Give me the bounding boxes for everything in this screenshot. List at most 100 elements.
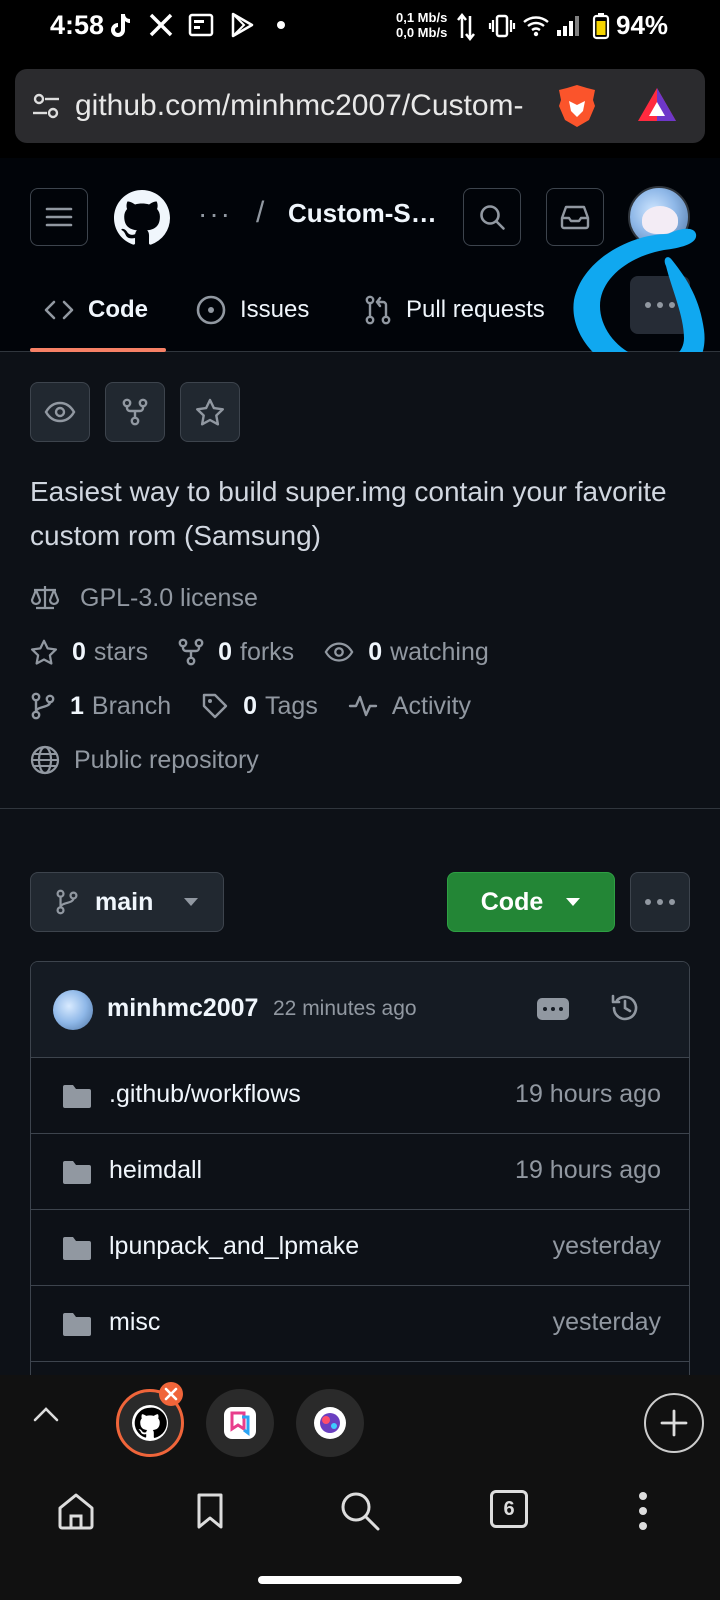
file-row[interactable]: misc yesterday — [31, 1286, 689, 1362]
search-nav-icon[interactable] — [339, 1490, 381, 1532]
menu-button[interactable] — [30, 188, 88, 246]
code-dropdown-button[interactable]: Code — [447, 872, 615, 932]
repo-more-button[interactable] — [630, 872, 690, 932]
file-row[interactable]: heimdall 19 hours ago — [31, 1134, 689, 1210]
watch-button[interactable] — [30, 382, 90, 442]
branch-label: Branch — [91, 691, 172, 720]
law-icon — [30, 586, 60, 610]
url-text[interactable]: github.com/minhmc2007/Custom- — [75, 89, 551, 123]
search-icon — [480, 205, 505, 230]
commit-avatar[interactable] — [53, 990, 93, 1030]
brave-shields-icon[interactable] — [555, 83, 599, 129]
stars-label: stars — [93, 637, 149, 666]
activity-label: Activity — [391, 691, 472, 720]
tag-icon — [202, 693, 228, 719]
site-settings-icon[interactable] — [31, 91, 61, 121]
close-tab-icon[interactable] — [158, 1381, 184, 1407]
section-divider — [0, 808, 720, 809]
tab-chip-site[interactable] — [296, 1389, 364, 1457]
tab-pull-requests-label: Pull requests — [406, 296, 545, 323]
folder-icon — [63, 1237, 91, 1260]
file-row[interactable]: .github/workflows 19 hours ago — [31, 1058, 689, 1134]
tab-issues[interactable]: Issues — [196, 268, 309, 352]
status-bar: 4:58 0,1 Mb/s 0,0 Mb/s 94% — [0, 0, 720, 52]
stats-row: 0 stars 0 forks 0 watching — [30, 634, 519, 670]
breadcrumb-overflow[interactable]: ··· — [198, 198, 232, 230]
file-row[interactable]: lpunpack_and_lpmake yesterday — [31, 1210, 689, 1286]
wifi-icon — [522, 14, 550, 38]
eye-outline-icon — [324, 642, 354, 662]
browser-toolbar: github.com/minhmc2007/Custom- — [0, 52, 720, 158]
search-button[interactable] — [463, 188, 521, 246]
signal-icon — [555, 14, 583, 38]
tags-link[interactable]: 0 Tags — [201, 692, 318, 721]
activity-link[interactable]: Activity — [348, 692, 471, 721]
issue-icon — [196, 295, 226, 325]
caret-down-icon — [184, 898, 199, 906]
github-header: ··· / Custom-S… Code Issues Pull request… — [0, 158, 720, 352]
branch-selector[interactable]: main — [30, 872, 224, 932]
visibility-label: Public repository — [74, 745, 259, 774]
screen-icon — [188, 12, 214, 38]
chevron-up-icon[interactable] — [32, 1405, 60, 1423]
file-name[interactable]: heimdall — [109, 1156, 202, 1185]
home-indicator[interactable] — [258, 1576, 462, 1584]
branches-link[interactable]: 1 Branch — [30, 692, 171, 721]
new-tab-button[interactable] — [644, 1393, 704, 1453]
data-transfer-icon — [456, 12, 476, 42]
home-icon[interactable] — [56, 1492, 96, 1530]
forks-link[interactable]: 0 forks — [178, 638, 294, 667]
tab-code[interactable]: Code — [44, 268, 148, 352]
code-button-label: Code — [480, 887, 544, 916]
tab-chip-app[interactable] — [206, 1389, 274, 1457]
tab-code-label: Code — [88, 296, 148, 323]
repo-description: Easiest way to build super.img contain y… — [30, 476, 667, 551]
star-button[interactable] — [180, 382, 240, 442]
star-icon — [196, 398, 224, 426]
license-link[interactable]: GPL-3.0 license — [30, 584, 258, 613]
brave-rewards-icon[interactable] — [635, 85, 679, 125]
star-outline-icon — [30, 639, 58, 665]
commit-message-toggle[interactable] — [537, 998, 569, 1020]
site-tab-icon — [314, 1407, 346, 1439]
watching-count: 0 — [368, 637, 383, 666]
pulse-icon — [348, 695, 378, 717]
tags-count: 0 — [243, 691, 258, 720]
file-name[interactable]: lpunpack_and_lpmake — [109, 1232, 359, 1261]
stars-count: 0 — [72, 637, 86, 666]
visibility: Public repository — [30, 745, 259, 775]
forks-label: forks — [240, 637, 295, 666]
more-vertical-icon[interactable] — [638, 1490, 648, 1532]
fork-icon — [122, 398, 148, 426]
repo-tabs: Code Issues Pull requests — [0, 268, 720, 352]
watching-label: watching — [390, 637, 489, 666]
github-logo-icon[interactable] — [114, 190, 170, 246]
inbox-button[interactable] — [546, 188, 604, 246]
tab-pull-requests[interactable]: Pull requests — [364, 268, 545, 352]
watching-link[interactable]: 0 watching — [324, 638, 489, 667]
repo-overview: Easiest way to build super.img contain y… — [0, 352, 720, 1375]
file-name[interactable]: .github/workflows — [109, 1080, 301, 1109]
tabs-count: 6 — [503, 1497, 515, 1520]
more-tabs-button[interactable] — [630, 276, 690, 334]
repo-name-link[interactable]: Custom-S… — [288, 198, 437, 229]
bookmark-icon[interactable] — [195, 1492, 225, 1530]
eye-icon — [44, 401, 76, 423]
stars-link[interactable]: 0 stars — [30, 638, 148, 667]
tags-label: Tags — [265, 691, 318, 720]
commit-author[interactable]: minhmc2007 — [107, 994, 258, 1023]
vibrate-icon — [488, 14, 516, 38]
branch-name: main — [95, 887, 154, 916]
plus-icon — [660, 1409, 688, 1437]
fork-button[interactable] — [105, 382, 165, 442]
address-bar[interactable]: github.com/minhmc2007/Custom- — [15, 69, 705, 143]
file-time: 19 hours ago — [515, 1156, 661, 1184]
github-tab-icon — [132, 1405, 168, 1441]
caret-down-icon — [566, 898, 581, 906]
file-name[interactable]: misc — [109, 1308, 160, 1337]
tabs-count-button[interactable]: 6 — [490, 1490, 528, 1528]
folder-icon — [63, 1085, 91, 1108]
history-icon[interactable] — [609, 992, 641, 1024]
user-avatar[interactable] — [628, 186, 690, 248]
code-icon — [44, 300, 74, 320]
